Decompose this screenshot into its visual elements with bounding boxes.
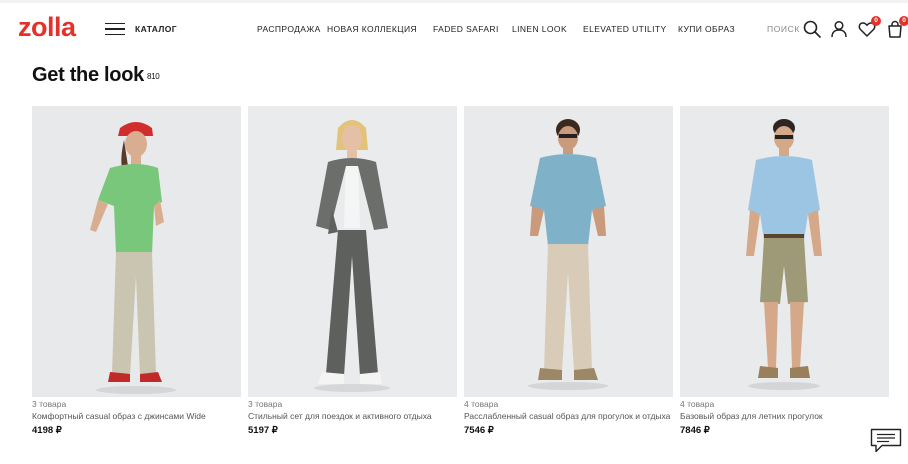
favorites-count-badge: 0 [871, 16, 881, 26]
cart-count-badge: 0 [899, 16, 908, 26]
nav-faded-safari[interactable]: FADED SAFARI [433, 21, 499, 37]
look-name[interactable]: Комфортный casual образ с джинсами Wide [32, 410, 241, 423]
page-title-text: Get the look [32, 64, 144, 86]
look-name[interactable]: Стильный сет для поездок и активного отд… [248, 410, 457, 423]
nav-sale[interactable]: РАСПРОДАЖА [257, 21, 321, 37]
look-price: 7846 ₽ [680, 424, 710, 436]
look-card[interactable]: 4 товара Расслабленный casual образ для … [464, 106, 673, 437]
site-header: zolla КАТАЛОГ РАСПРОДАЖА НОВАЯ КОЛЛЕКЦИЯ… [0, 3, 908, 55]
look-item-count: 3 товара [32, 399, 67, 409]
model-image [464, 106, 673, 397]
nav-linen-look[interactable]: LINEN LOOK [512, 21, 567, 37]
look-photo[interactable] [464, 106, 673, 397]
look-item-count: 4 товара [680, 399, 715, 409]
look-item-count: 4 товара [464, 399, 499, 409]
look-photo[interactable] [680, 106, 889, 397]
look-item-count: 3 товара [248, 399, 283, 409]
model-image [248, 106, 457, 397]
look-name[interactable]: Расслабленный casual образ для прогулок … [464, 410, 673, 423]
nav-elevated-utility[interactable]: ELEVATED UTILITY [583, 21, 667, 37]
chat-button[interactable] [870, 428, 902, 454]
search-icon[interactable] [802, 19, 822, 39]
favorites-button[interactable]: 0 [857, 16, 881, 39]
look-photo[interactable] [248, 106, 457, 397]
look-photo[interactable] [32, 106, 241, 397]
chat-icon [870, 428, 902, 453]
look-card[interactable]: 3 товара Стильный сет для поездок и акти… [248, 106, 457, 437]
nav-buy-look[interactable]: КУПИ ОБРАЗ [678, 21, 735, 37]
look-price: 5197 ₽ [248, 424, 278, 436]
look-card[interactable]: 3 товара Комфортный casual образ с джинс… [32, 106, 241, 437]
model-image [32, 106, 241, 397]
model-image [680, 106, 889, 397]
user-icon[interactable] [829, 19, 849, 39]
cart-button[interactable]: 0 [885, 16, 908, 39]
page-title: Get the look 810 [32, 62, 160, 88]
search-label[interactable]: ПОИСК [767, 21, 800, 37]
look-name[interactable]: Базовый образ для летних прогулок [680, 410, 889, 423]
look-price: 4198 ₽ [32, 424, 62, 436]
nav-new-collection[interactable]: НОВАЯ КОЛЛЕКЦИЯ [327, 21, 417, 37]
look-price: 7546 ₽ [464, 424, 494, 436]
look-card[interactable]: 4 товара Базовый образ для летних прогул… [680, 106, 889, 437]
looks-count: 810 [146, 72, 160, 81]
